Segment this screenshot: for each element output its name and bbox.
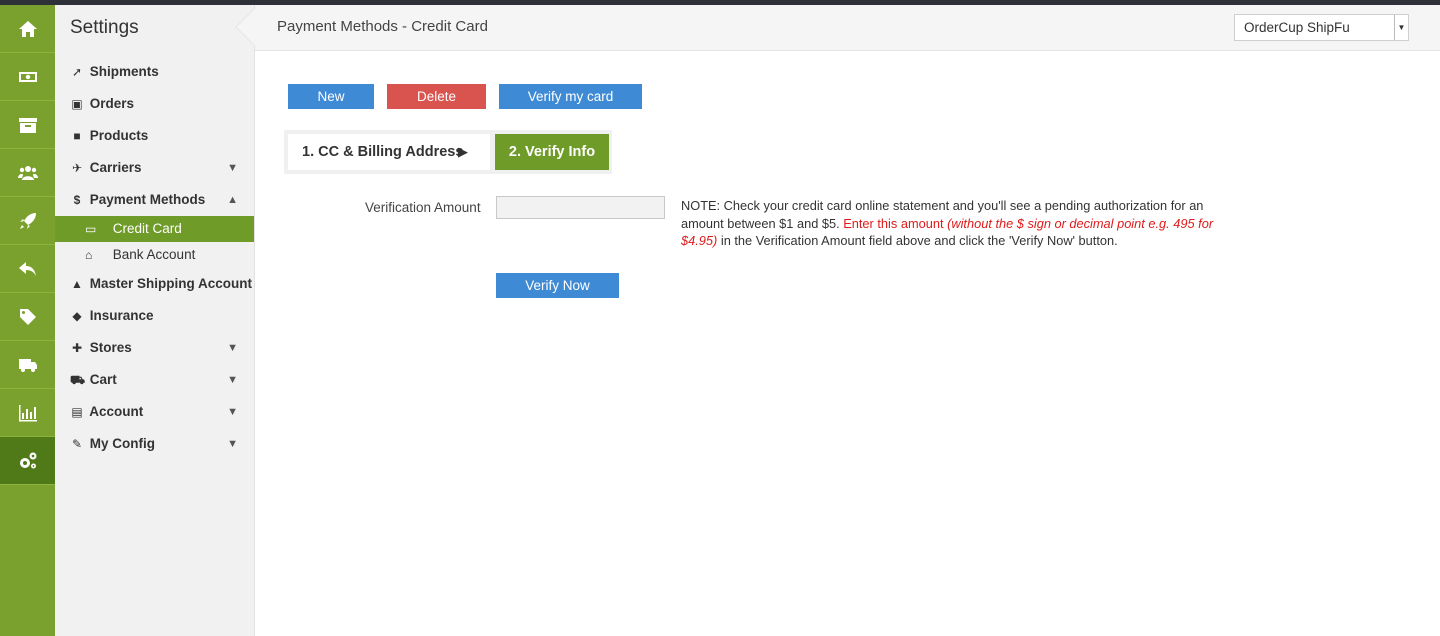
sidebar-item-orders[interactable]: ▣ Orders (55, 88, 254, 120)
truck-icon (18, 358, 37, 372)
verification-amount-label: Verification Amount (365, 200, 481, 215)
plane-icon: ✈ (71, 161, 83, 175)
sidebar-item-label: Stores (89, 340, 132, 355)
sidebar-item-label: Orders (89, 96, 135, 111)
page-header: Payment Methods - Credit Card OrderCup S… (235, 5, 1440, 51)
tag-icon (19, 308, 36, 325)
note-text-end: in the Verification Amount field above a… (717, 233, 1118, 249)
rocket-icon: ➚ (71, 65, 83, 79)
rail-shipping[interactable] (0, 341, 55, 389)
verification-note: NOTE: Check your credit card online stat… (681, 197, 1221, 250)
account-select-value: OrderCup ShipFu (1244, 20, 1350, 35)
verification-amount-input[interactable] (496, 196, 665, 219)
chevron-down-icon[interactable]: ▼ (227, 152, 238, 184)
sidebar-item-label: Payment Methods (89, 192, 206, 207)
verify-now-button[interactable]: Verify Now (496, 273, 619, 298)
sidebar-item-shipments[interactable]: ➚ Shipments (55, 56, 254, 88)
cart-icon: ⛟ (70, 373, 86, 387)
cogs-icon (19, 452, 36, 468)
rail-customers[interactable] (0, 149, 55, 197)
step-cc-billing-address[interactable]: 1. CC & Billing Address ▶ (288, 134, 490, 170)
rail-home[interactable] (0, 5, 55, 53)
note-emphasis: Enter this amount (843, 215, 948, 231)
sidebar-title: Settings (70, 17, 139, 38)
graduation-cap-icon: ▲ (71, 277, 83, 291)
sidebar-item-label: Account (89, 404, 144, 419)
sidebar-item-label: Cart (89, 372, 117, 387)
sidebar-item-my-config[interactable]: ✎ My Config ▼ (55, 428, 254, 460)
users-icon (17, 165, 38, 180)
chevron-down-icon[interactable]: ▼ (227, 428, 238, 460)
delete-button[interactable]: Delete (387, 84, 486, 109)
sidebar-item-payment-methods[interactable]: $ Payment Methods ▲ (55, 184, 254, 216)
sidebar-item-carriers[interactable]: ✈ Carriers ▼ (55, 152, 254, 184)
sidebar-subitem-label: Credit Card (112, 221, 182, 236)
wizard-steps: 1. CC & Billing Address ▶ 2. Verify Info (284, 130, 612, 174)
rail-tags[interactable] (0, 293, 55, 341)
account-select[interactable]: OrderCup ShipFu ▼ (1234, 14, 1409, 41)
sidebar-item-account[interactable]: ▤ Account ▼ (55, 396, 254, 428)
dollar-icon: $ (73, 193, 81, 207)
chevron-down-icon[interactable]: ▼ (227, 396, 238, 428)
rocket-icon (19, 212, 36, 229)
sidebar-item-label: Products (89, 128, 149, 143)
rail-settings[interactable] (0, 437, 55, 485)
sidebar-subitem-credit-card[interactable]: ▭ Credit Card (55, 216, 254, 242)
rail-orders[interactable] (0, 53, 55, 101)
settings-nav: ➚ Shipments ▣ Orders ■ Products ✈ Carrie… (55, 56, 254, 460)
icon-rail (0, 5, 55, 636)
page-title: Payment Methods - Credit Card (277, 18, 488, 35)
money-icon: ▣ (71, 97, 83, 111)
archive-icon: ■ (73, 129, 81, 143)
step-verify-info[interactable]: 2. Verify Info (495, 134, 609, 170)
sidebar-item-label: Master Shipping Account (89, 276, 253, 291)
sidebar-subitem-label: Bank Account (112, 247, 196, 262)
reply-icon (18, 261, 36, 276)
chevron-up-icon[interactable]: ▲ (227, 184, 238, 216)
new-button[interactable]: New (288, 84, 374, 109)
rail-returns[interactable] (0, 245, 55, 293)
step-label: 1. CC & Billing Address (302, 144, 464, 160)
home-icon (18, 20, 37, 37)
money-icon (18, 71, 37, 82)
sidebar-item-insurance[interactable]: ◆ Insurance (55, 300, 254, 332)
sidebar-item-label: Insurance (89, 308, 154, 323)
sidebar-item-products[interactable]: ■ Products (55, 120, 254, 152)
bank-icon: ⌂ (85, 248, 93, 262)
chevron-down-icon[interactable]: ▼ (227, 332, 238, 364)
shield-icon: ◆ (72, 309, 82, 323)
settings-sidebar: Settings ➚ Shipments ▣ Orders ■ Products… (55, 5, 255, 636)
sidebar-item-label: Shipments (89, 64, 159, 79)
sidebar-item-label: My Config (89, 436, 156, 451)
briefcase-icon: ▤ (71, 405, 83, 419)
archive-icon (18, 117, 37, 133)
play-arrow-icon: ▶ (458, 144, 468, 159)
sidebar-item-stores[interactable]: ✚ Stores ▼ (55, 332, 254, 364)
sidebar-item-master-shipping-account[interactable]: ▲ Master Shipping Account (55, 268, 254, 300)
rail-shipments[interactable] (0, 197, 55, 245)
sidebar-subitem-bank-account[interactable]: ⌂ Bank Account (55, 242, 254, 268)
chevron-down-icon[interactable]: ▼ (227, 364, 238, 396)
sidebar-item-cart[interactable]: ⛟ Cart ▼ (55, 364, 254, 396)
wrench-icon: ✎ (71, 437, 83, 451)
credit-card-icon: ▭ (85, 222, 97, 236)
bar-chart-icon (18, 404, 37, 421)
verify-my-card-button[interactable]: Verify my card (499, 84, 642, 109)
sidebar-item-label: Carriers (89, 160, 142, 175)
rail-products[interactable] (0, 101, 55, 149)
rail-reports[interactable] (0, 389, 55, 437)
gift-icon: ✚ (71, 341, 83, 355)
caret-down-icon[interactable]: ▼ (1394, 15, 1408, 40)
